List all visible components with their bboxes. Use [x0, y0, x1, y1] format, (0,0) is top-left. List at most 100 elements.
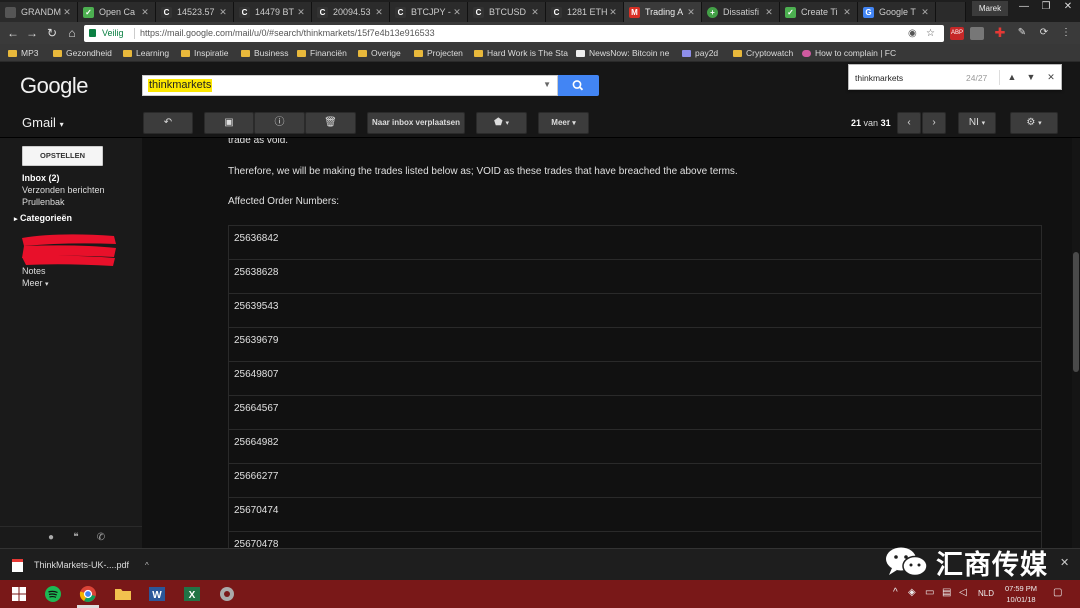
- browser-tab[interactable]: ✓ Open Ca ✕: [78, 2, 156, 22]
- browser-tab-active[interactable]: M Trading A ✕: [624, 2, 702, 22]
- adblock-icon[interactable]: ABP: [950, 27, 964, 40]
- labels-button[interactable]: ⬟ ▾: [476, 112, 527, 134]
- bookmark-pay2d[interactable]: pay2d: [682, 47, 718, 59]
- move-to-inbox-button[interactable]: Naar inbox verplaatsen: [367, 112, 465, 134]
- bookmark-overige[interactable]: Overige: [358, 47, 401, 59]
- sidebar-item-notes[interactable]: Notes: [22, 266, 46, 276]
- bookmark-financien[interactable]: Financiën: [297, 47, 347, 59]
- chevron-up-icon[interactable]: ▲: [1005, 70, 1019, 85]
- bookmark-mp3[interactable]: MP3: [8, 47, 38, 59]
- home-button[interactable]: ⌂: [64, 25, 80, 41]
- tab-close-icon[interactable]: ✕: [295, 7, 307, 18]
- dropbox-icon[interactable]: ◈: [908, 587, 916, 598]
- window-close-button[interactable]: ✕: [1056, 0, 1080, 14]
- browser-tab[interactable]: C 14479 BT ✕: [234, 2, 312, 22]
- browser-tab[interactable]: G Google T ✕: [858, 2, 936, 22]
- bookmark-cryptowatch[interactable]: Cryptowatch: [733, 47, 793, 59]
- delete-button[interactable]: 🗑: [305, 112, 356, 134]
- network-icon[interactable]: ▤: [942, 587, 951, 598]
- bookmark-projecten[interactable]: Projecten: [414, 47, 463, 59]
- browser-tab[interactable]: ✓ Create Ti ✕: [780, 2, 858, 22]
- sidebar-item-inbox[interactable]: Inbox (2): [22, 173, 60, 183]
- battery-icon[interactable]: ▭: [925, 587, 934, 598]
- notification-icon[interactable]: ▢: [1053, 587, 1062, 598]
- search-button[interactable]: [558, 75, 599, 96]
- url-bar[interactable]: Veilig https://mail.google.com/mail/u/0/…: [84, 25, 944, 42]
- tab-close-icon[interactable]: ✕: [763, 7, 775, 18]
- excel-icon[interactable]: X: [182, 584, 202, 604]
- report-spam-button[interactable]: ⓘ: [254, 112, 305, 134]
- older-button[interactable]: ›: [922, 112, 946, 134]
- reload-button[interactable]: ↻: [44, 25, 60, 41]
- close-icon[interactable]: ✕: [1044, 70, 1058, 85]
- google-logo[interactable]: Google: [20, 73, 88, 99]
- tab-close-icon[interactable]: ✕: [529, 7, 541, 18]
- browser-tab[interactable]: GRANDM ✕: [0, 2, 78, 22]
- settings-button[interactable]: ⚙ ▾: [1010, 112, 1058, 134]
- chrome-icon[interactable]: [78, 584, 98, 604]
- browser-tab[interactable]: C 14523.57 ✕: [156, 2, 234, 22]
- browser-tab[interactable]: C 1281 ETH ✕: [546, 2, 624, 22]
- bookmark-inspiratie[interactable]: Inspiratie: [181, 47, 229, 59]
- back-to-search-button[interactable]: ↶: [143, 112, 193, 134]
- newer-button[interactable]: ‹: [897, 112, 921, 134]
- search-input[interactable]: thinkmarkets ▼: [142, 75, 558, 96]
- compose-button[interactable]: OPSTELLEN: [22, 146, 103, 166]
- eye-icon[interactable]: ◉: [908, 25, 917, 42]
- tab-close-icon[interactable]: ✕: [841, 7, 853, 18]
- word-icon[interactable]: W: [147, 584, 167, 604]
- download-item[interactable]: ThinkMarkets-UK-....pdf ^: [12, 557, 149, 573]
- sidebar-item-trash[interactable]: Prullenbak: [22, 197, 65, 207]
- more-button[interactable]: Meer ▾: [538, 112, 589, 134]
- star-icon[interactable]: ☆: [926, 25, 935, 42]
- close-icon[interactable]: ✕: [1060, 556, 1069, 569]
- tab-close-icon[interactable]: ✕: [451, 7, 463, 18]
- hangouts-icon[interactable]: ❝: [69, 531, 83, 545]
- tab-close-icon[interactable]: ✕: [139, 7, 151, 18]
- volume-icon[interactable]: ◁: [959, 587, 967, 598]
- browser-tab[interactable]: C BTCUSD ✕: [468, 2, 546, 22]
- forward-button[interactable]: →: [24, 25, 40, 41]
- tab-close-icon[interactable]: ✕: [217, 7, 229, 18]
- browser-tab[interactable]: + Dissatisfi ✕: [702, 2, 780, 22]
- profile-button[interactable]: Marek: [972, 1, 1008, 16]
- chevron-down-icon[interactable]: ▼: [543, 80, 551, 89]
- back-button[interactable]: ←: [5, 25, 21, 41]
- find-query[interactable]: thinkmarkets: [855, 73, 903, 83]
- bookmark-newsnow[interactable]: NewsNow: Bitcoin ne: [576, 47, 669, 59]
- phone-icon[interactable]: ✆: [94, 531, 108, 545]
- app-icon[interactable]: [217, 584, 237, 604]
- bookmark-complain[interactable]: How to complain | FC: [802, 47, 896, 59]
- chevron-up-icon[interactable]: ^: [145, 561, 149, 570]
- tab-close-icon[interactable]: ✕: [685, 7, 697, 18]
- tab-close-icon[interactable]: ✕: [373, 7, 385, 18]
- new-tab-button[interactable]: [936, 2, 966, 22]
- minimize-button[interactable]: —: [1012, 0, 1036, 14]
- bookmark-hard-work[interactable]: Hard Work is The Sta: [474, 47, 568, 59]
- restore-button[interactable]: ❐: [1034, 0, 1058, 14]
- tab-close-icon[interactable]: ✕: [607, 7, 619, 18]
- sidebar-item-more[interactable]: Meer ▾: [22, 278, 49, 288]
- bookmark-gezondheid[interactable]: Gezondheid: [53, 47, 112, 59]
- gmail-menu[interactable]: Gmail ▾: [22, 115, 64, 130]
- scrollbar-thumb[interactable]: [1073, 252, 1079, 372]
- sidebar-item-categories[interactable]: ▸ Categorieën: [14, 213, 72, 223]
- archive-button[interactable]: ▣: [204, 112, 254, 134]
- folder-icon[interactable]: [113, 584, 133, 604]
- extension-icon[interactable]: [970, 27, 984, 40]
- tab-close-icon[interactable]: ✕: [61, 7, 73, 18]
- sync-icon[interactable]: ⟳: [1036, 25, 1052, 41]
- language-indicator[interactable]: NLD: [978, 589, 994, 598]
- cross-icon[interactable]: ✚: [992, 25, 1008, 41]
- tab-close-icon[interactable]: ✕: [919, 7, 931, 18]
- menu-icon[interactable]: ⋮: [1058, 25, 1074, 41]
- pen-icon[interactable]: ✎: [1014, 25, 1030, 41]
- clock[interactable]: 07:59 PM 10/01/18: [1000, 583, 1042, 605]
- bookmark-learning[interactable]: Learning: [123, 47, 169, 59]
- bookmark-business[interactable]: Business: [241, 47, 289, 59]
- sidebar-item-sent[interactable]: Verzonden berichten: [22, 185, 105, 195]
- person-icon[interactable]: ●: [44, 531, 58, 545]
- browser-tab[interactable]: C BTCJPY - ✕: [390, 2, 468, 22]
- spotify-icon[interactable]: [43, 584, 63, 604]
- language-button[interactable]: NI ▾: [958, 112, 996, 134]
